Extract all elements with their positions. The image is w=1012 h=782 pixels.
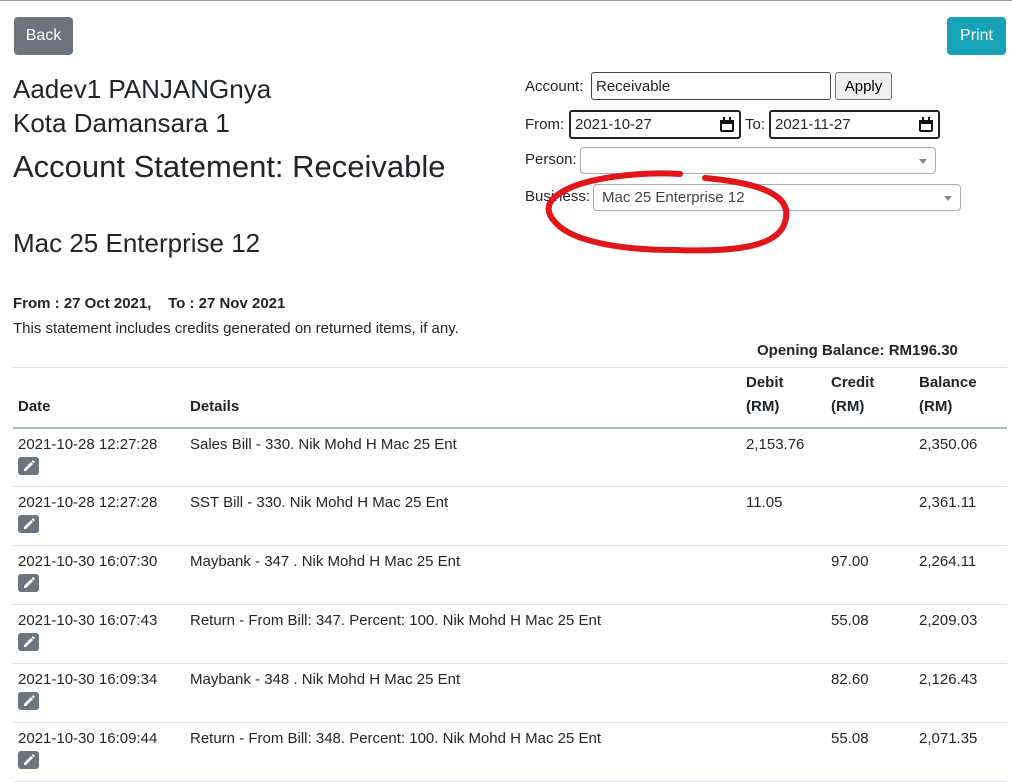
table-row: 2021-10-30 16:07:30 Maybank - 347 . Nik M… (13, 545, 1007, 605)
cell-balance: 2,264.11 (914, 545, 1007, 605)
cell-credit: 55.08 (826, 604, 914, 664)
cell-credit: 82.60 (826, 663, 914, 723)
header-debit-line2: (RM) (746, 397, 780, 415)
cell-credit: 97.00 (826, 545, 914, 605)
row-date: 2021-10-28 12:27:28 (18, 494, 158, 511)
cell-details: Return - From Bill: 347. Percent: 100. N… (185, 604, 741, 664)
header-credit-line1: Credit (831, 373, 875, 391)
to-date-input[interactable]: 2021-11-27 (769, 110, 940, 139)
date-range: From : 27 Oct 2021, To : 27 Nov 2021 (13, 295, 285, 312)
cell-balance: 2,361.11 (914, 486, 1007, 546)
company-name: Aadev1 PANJANGnya (13, 74, 272, 104)
range-to: To : 27 Nov 2021 (168, 295, 286, 312)
statement-table: Date Details Debit (RM) Credit (RM) Balanc… (13, 367, 1007, 782)
row-date: 2021-10-30 16:07:30 (18, 553, 158, 570)
statement-note: This statement includes credits generate… (13, 320, 459, 337)
cell-date: 2021-10-30 16:09:44 (13, 722, 185, 782)
table-row: 2021-10-30 16:09:34 Maybank - 348 . Nik M… (13, 663, 1007, 723)
table-row: 2021-10-30 16:09:44 Return - From Bill: 3… (13, 722, 1007, 782)
cell-date: 2021-10-30 16:07:43 (13, 604, 185, 664)
business-select[interactable]: Mac 25 Enterprise 12 (593, 184, 961, 211)
header-credit-line2: (RM) (831, 397, 865, 415)
header-balance-line2: (RM) (919, 397, 953, 415)
account-input[interactable]: Receivable (591, 72, 831, 100)
header-balance-line1: Balance (919, 373, 977, 391)
cell-date: 2021-10-28 12:27:28 (13, 486, 185, 546)
cell-debit: 2,153.76 (741, 427, 826, 487)
calendar-icon[interactable] (918, 116, 934, 133)
table-row: 2021-10-28 12:27:28 SST Bill - 330. Nik M… (13, 486, 1007, 546)
edit-button[interactable] (18, 692, 39, 710)
cell-balance: 2,071.35 (914, 722, 1007, 782)
header-credit: Credit (RM) (826, 367, 914, 429)
range-from: From : 27 Oct 2021, (13, 295, 152, 312)
back-button[interactable]: Back (14, 17, 73, 55)
cell-date: 2021-10-28 12:27:28 (13, 427, 185, 487)
header-date: Date (13, 367, 185, 429)
edit-button[interactable] (18, 456, 39, 475)
header-debit-line1: Debit (746, 373, 784, 391)
cell-credit (826, 486, 914, 546)
header-details: Details (185, 367, 741, 429)
from-label: From: (525, 116, 565, 133)
cell-balance: 2,350.06 (914, 427, 1007, 487)
from-date-value: 2021-10-27 (575, 116, 652, 133)
cell-details: Maybank - 347 . Nik Mohd H Mac 25 Ent (185, 545, 741, 605)
from-date-input[interactable]: 2021-10-27 (569, 110, 741, 139)
chevron-down-icon (919, 159, 927, 164)
cell-debit: 11.05 (741, 486, 826, 546)
cell-debit (741, 663, 826, 723)
cell-credit (826, 427, 914, 487)
company-branch: Kota Damansara 1 (13, 108, 230, 138)
row-date: 2021-10-30 16:07:43 (18, 612, 158, 629)
row-date: 2021-10-30 16:09:34 (18, 671, 158, 688)
cell-date: 2021-10-30 16:07:30 (13, 545, 185, 605)
table-row: 2021-10-28 12:27:28 Sales Bill - 330. Nik… (13, 427, 1007, 487)
cell-details: SST Bill - 330. Nik Mohd H Mac 25 Ent (185, 486, 741, 546)
cell-debit (741, 604, 826, 664)
edit-button[interactable] (18, 574, 39, 592)
cell-debit (741, 722, 826, 782)
table-row: 2021-10-30 16:07:43 Return - From Bill: 3… (13, 604, 1007, 664)
person-select[interactable] (580, 147, 936, 174)
edit-button[interactable] (18, 633, 39, 651)
page-title: Account Statement: Receivable (13, 149, 446, 184)
edit-button[interactable] (18, 515, 39, 533)
cell-details: Sales Bill - 330. Nik Mohd H Mac 25 Ent (185, 427, 741, 487)
print-button[interactable]: Print (947, 17, 1006, 55)
edit-button[interactable] (18, 751, 39, 769)
business-label: Business: (525, 188, 591, 205)
row-date: 2021-10-30 16:09:44 (18, 730, 158, 747)
cell-details: Maybank - 348 . Nik Mohd H Mac 25 Ent (185, 663, 741, 723)
to-date-value: 2021-11-27 (775, 116, 851, 133)
header-balance: Balance (RM) (914, 367, 1007, 429)
cell-date: 2021-10-30 16:09:34 (13, 663, 185, 723)
calendar-icon[interactable] (719, 116, 735, 133)
cell-balance: 2,126.43 (914, 663, 1007, 723)
table-header-row: Date Details Debit (RM) Credit (RM) Balanc… (13, 367, 1007, 429)
business-select-value: Mac 25 Enterprise 12 (602, 189, 745, 206)
apply-button[interactable]: Apply (835, 72, 892, 100)
cell-debit (741, 545, 826, 605)
person-label: Person: (525, 151, 577, 168)
cell-details: Return - From Bill: 348. Percent: 100. N… (185, 722, 741, 782)
to-label: To: (745, 116, 766, 133)
opening-balance: Opening Balance: RM196.30 (757, 342, 958, 359)
account-label: Account: (525, 78, 584, 95)
cell-balance: 2,209.03 (914, 604, 1007, 664)
cell-credit: 55.08 (826, 722, 914, 782)
header-debit: Debit (RM) (741, 367, 826, 429)
row-date: 2021-10-28 12:27:28 (18, 435, 158, 453)
chevron-down-icon (944, 196, 952, 201)
business-title: Mac 25 Enterprise 12 (13, 228, 261, 258)
top-border (0, 0, 1012, 1)
